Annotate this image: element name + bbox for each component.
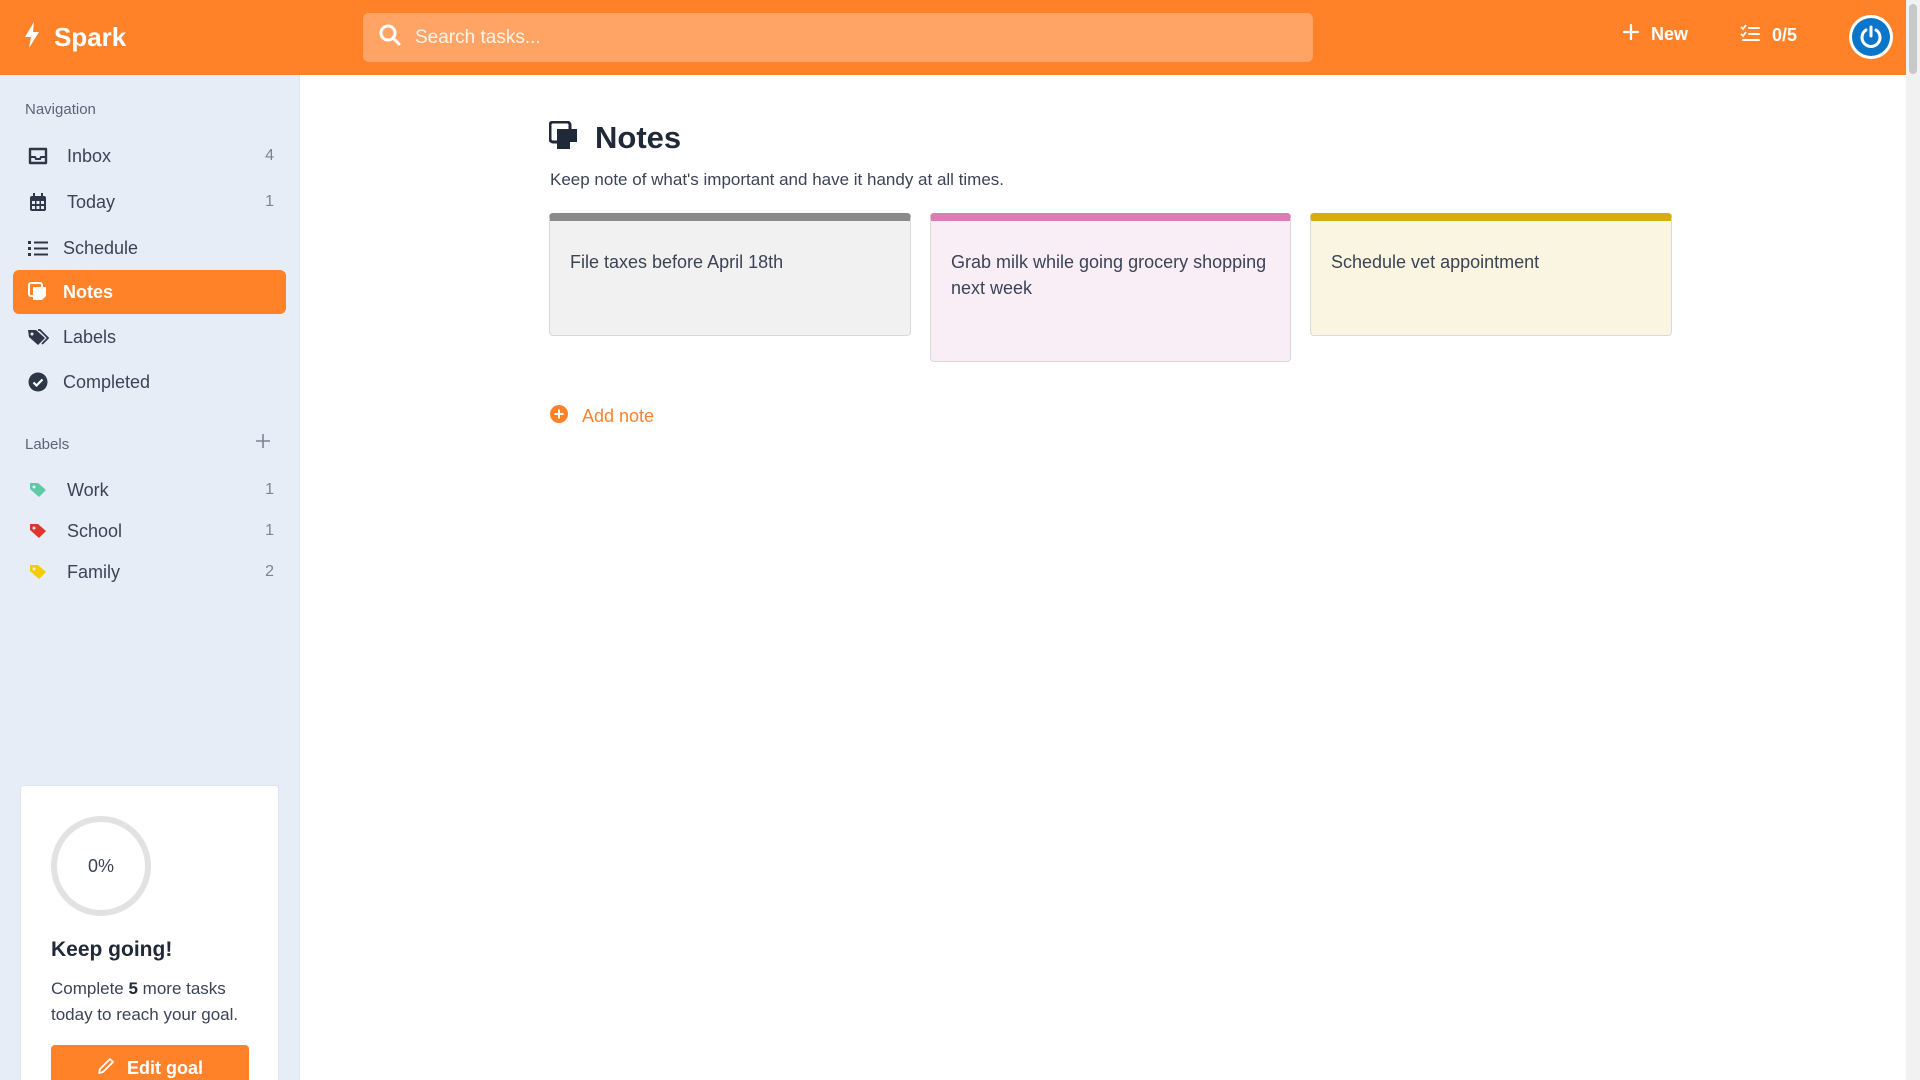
sidebar-item-label: Completed	[63, 371, 151, 392]
power-icon	[1852, 18, 1890, 56]
tag-icon	[27, 564, 49, 580]
scrollbar-thumb[interactable]	[1909, 4, 1917, 74]
note-card[interactable]: File taxes before April 18th	[549, 213, 911, 336]
daily-goal-card: 0% Keep going! Complete 5 more tasks tod…	[20, 785, 279, 1080]
add-note-label: Add note	[582, 406, 655, 426]
page-scrollbar[interactable]	[1906, 0, 1920, 1080]
inbox-icon	[27, 147, 49, 165]
note-text: Schedule vet appointment	[1331, 252, 1540, 272]
page-title: Notes	[595, 120, 682, 155]
new-task-button[interactable]: New	[1622, 23, 1689, 45]
search-icon	[379, 24, 401, 51]
checklist-icon	[1740, 24, 1760, 47]
label-item-family[interactable]: Family 2	[13, 550, 286, 594]
plus-icon	[256, 434, 270, 448]
sidebar-item-label: Schedule	[63, 237, 139, 258]
brand[interactable]: Spark	[24, 0, 126, 75]
add-label-button[interactable]	[256, 434, 270, 448]
brand-name: Spark	[54, 22, 127, 52]
goal-text-before: Complete	[51, 979, 129, 998]
sidebar-item-schedule[interactable]: Schedule	[13, 226, 286, 270]
sidebar-item-count: 4	[265, 147, 274, 164]
goal-text: Complete 5 more tasks today to reach you…	[51, 976, 261, 1028]
check-circle-icon	[27, 372, 49, 392]
task-progress-counter: 0/5	[1772, 25, 1798, 45]
page-header: Notes	[548, 120, 682, 156]
sidebar-item-today[interactable]: Today 1	[13, 180, 286, 224]
sidebar-item-label: Inbox	[67, 145, 112, 166]
note-card[interactable]: Schedule vet appointment	[1310, 213, 1672, 336]
plus-circle-icon	[550, 405, 568, 428]
sidebar-item-label: Today	[67, 191, 116, 212]
edit-goal-button[interactable]: Edit goal	[51, 1045, 249, 1080]
notes-icon	[548, 120, 579, 156]
label-item-count: 2	[265, 563, 274, 580]
sidebar: Navigation Inbox 4 Today 1 Schedule Note…	[0, 75, 300, 1080]
pencil-icon	[97, 1057, 115, 1080]
top-bar: Spark New 0/5	[0, 0, 1920, 75]
label-item-label: School	[67, 520, 123, 541]
note-card[interactable]: Grab milk while going grocery shopping n…	[930, 213, 1291, 362]
note-text: Grab milk while going grocery shopping n…	[951, 252, 1267, 298]
goal-percent: 0%	[87, 855, 114, 876]
label-item-label: Family	[67, 561, 120, 582]
sidebar-item-labels[interactable]: Labels	[13, 315, 286, 359]
sidebar-item-completed[interactable]: Completed	[13, 360, 286, 404]
goal-title: Keep going!	[51, 938, 173, 961]
goal-progress-ring: 0%	[51, 816, 151, 916]
sidebar-item-label: Notes	[63, 281, 114, 302]
label-item-count: 1	[265, 522, 274, 539]
label-item-work[interactable]: Work 1	[13, 468, 286, 512]
labels-section-title: Labels	[25, 436, 70, 453]
label-item-label: Work	[67, 479, 109, 500]
avatar[interactable]	[1849, 15, 1893, 59]
goal-remaining-count: 5	[128, 979, 138, 998]
tag-icon	[27, 523, 49, 539]
notes-icon	[27, 282, 49, 302]
sidebar-item-label: Labels	[63, 326, 117, 347]
page-subtitle: Keep note of what's important and have i…	[550, 170, 1005, 189]
label-item-school[interactable]: School 1	[13, 509, 286, 553]
label-item-count: 1	[265, 481, 274, 498]
tags-icon	[27, 328, 49, 346]
new-button-label: New	[1651, 24, 1689, 44]
sidebar-item-notes[interactable]: Notes	[13, 270, 286, 314]
navigation-section-title: Navigation	[25, 101, 96, 118]
add-note-button[interactable]: Add note	[550, 405, 654, 428]
note-text: File taxes before April 18th	[570, 252, 784, 272]
sidebar-item-count: 1	[265, 193, 274, 210]
search-input[interactable]	[415, 26, 1295, 49]
calendar-icon	[27, 192, 49, 212]
plus-icon	[1622, 23, 1640, 45]
edit-goal-label: Edit goal	[127, 1057, 203, 1078]
search-bar[interactable]	[363, 13, 1313, 62]
bolt-icon	[24, 22, 40, 53]
sidebar-item-inbox[interactable]: Inbox 4	[13, 134, 286, 178]
task-progress-button[interactable]: 0/5	[1740, 24, 1797, 47]
tag-icon	[27, 482, 49, 498]
list-icon	[27, 240, 49, 257]
